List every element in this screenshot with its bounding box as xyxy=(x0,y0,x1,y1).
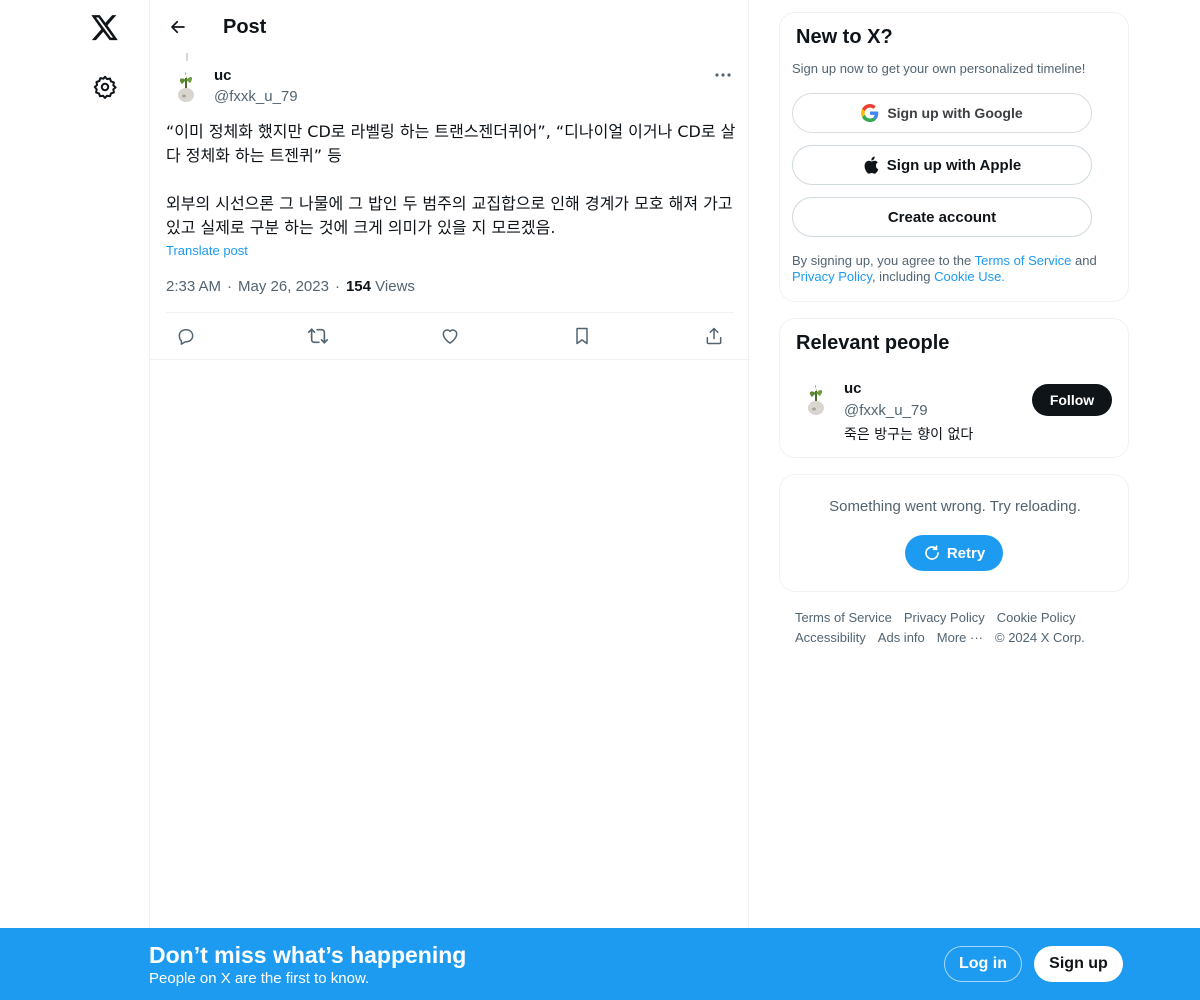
signup-card-subtitle: Sign up now to get your own personalized… xyxy=(792,61,1086,76)
like-icon xyxy=(442,329,458,344)
reply-icon xyxy=(178,329,194,345)
retry-label: Retry xyxy=(946,544,986,562)
google-icon xyxy=(861,104,879,122)
error-message: Something went wrong. Try reloading. xyxy=(829,498,1081,515)
views-label: Views xyxy=(375,278,415,295)
relevant-people-card: Relevant people uc @fxxk_u_79 죽은 방구는 향이 … xyxy=(779,318,1129,458)
post-text-paragraph: 외부의 시선으론 그 나물에 그 밥인 두 범주의 교집합으로 인해 경계가 모… xyxy=(166,194,738,237)
legal-text: , including xyxy=(871,269,935,284)
bookmark-icon xyxy=(576,327,588,345)
post-text-paragraph: “이미 정체화 했지만 CD로 라벨링 하는 트랜스젠더퀴어”, “디나이얼 이… xyxy=(166,122,736,165)
post-header: Post xyxy=(150,0,750,53)
share-icon xyxy=(706,327,722,345)
banner-title: Don’t miss what’s happening xyxy=(149,942,467,968)
relevant-people-title: Relevant people xyxy=(796,332,950,354)
bookmark-button[interactable] xyxy=(566,320,598,352)
author-handle[interactable]: @fxxk_u_79 xyxy=(214,87,298,107)
back-button[interactable] xyxy=(162,11,194,43)
left-nav xyxy=(0,0,150,1000)
footer-more-link[interactable]: More ··· xyxy=(937,630,983,645)
footer-copyright: © 2024 X Corp. xyxy=(995,630,1085,645)
avatar[interactable] xyxy=(796,379,836,419)
gear-icon[interactable] xyxy=(87,69,123,105)
signup-legal-text: By signing up, you agree to the Terms of… xyxy=(792,253,1116,285)
follow-button[interactable]: Follow xyxy=(1032,384,1112,416)
legal-text: and xyxy=(1071,253,1097,268)
repost-icon xyxy=(307,328,329,344)
login-button[interactable]: Log in xyxy=(944,946,1022,982)
divider xyxy=(150,359,750,360)
person-handle[interactable]: @fxxk_u_79 xyxy=(844,401,928,421)
footer-terms-link[interactable]: Terms of Service xyxy=(795,610,892,625)
plant-avatar-icon xyxy=(166,66,206,106)
google-signup-label: Sign up with Google xyxy=(887,105,1023,121)
post-date[interactable]: May 26, 2023 xyxy=(238,277,329,297)
signup-card: New to X? Sign up now to get your own pe… xyxy=(779,12,1129,302)
legal-text: By signing up, you agree to the xyxy=(792,253,975,268)
apple-signup-button[interactable]: Sign up with Apple xyxy=(792,145,1092,185)
bottom-banner: Don’t miss what’s happening People on X … xyxy=(0,928,1200,1000)
footer-ads-link[interactable]: Ads info xyxy=(878,630,925,645)
cookie-link[interactable]: Cookie Use. xyxy=(934,269,1005,284)
reply-button[interactable] xyxy=(170,320,202,352)
signup-card-title: New to X? xyxy=(796,26,893,48)
like-button[interactable] xyxy=(434,320,466,352)
google-signup-button[interactable]: Sign up with Google xyxy=(792,93,1092,133)
refresh-icon xyxy=(925,545,939,560)
signup-button[interactable]: Sign up xyxy=(1034,946,1123,982)
main-column: Post uc @fxxk_u_79 “이미 정체화 했지만 CD로 라벨링 하… xyxy=(149,0,750,1000)
translate-post-link[interactable]: Translate post xyxy=(166,243,248,259)
page-title: Post xyxy=(223,16,267,38)
person-bio: 죽은 방구는 향이 없다 xyxy=(844,427,974,443)
x-logo-icon[interactable] xyxy=(87,10,123,46)
apple-icon xyxy=(864,156,879,174)
post-actions xyxy=(166,313,734,359)
post-text: “이미 정체화 했지만 CD로 라벨링 하는 트랜스젠더퀴어”, “디나이얼 이… xyxy=(166,120,736,240)
apple-signup-label: Sign up with Apple xyxy=(886,156,1022,174)
more-options-button[interactable] xyxy=(706,63,740,87)
sidebar-footer: Terms of Service Privacy Policy Cookie Pol… xyxy=(795,608,1115,648)
privacy-link[interactable]: Privacy Policy xyxy=(792,269,872,284)
meta-separator: · xyxy=(334,278,340,295)
arrow-left-icon xyxy=(171,20,185,34)
create-account-button[interactable]: Create account xyxy=(792,197,1092,237)
retry-button[interactable]: Retry xyxy=(905,535,1003,571)
footer-cookie-link[interactable]: Cookie Policy xyxy=(997,610,1076,625)
ellipsis-icon xyxy=(715,73,731,77)
footer-accessibility-link[interactable]: Accessibility xyxy=(795,630,866,645)
plant-avatar-icon xyxy=(796,379,836,419)
terms-link[interactable]: Terms of Service xyxy=(975,253,1072,268)
person-name[interactable]: uc xyxy=(844,379,862,399)
post-meta: 2:33 AM · May 26, 2023 · 154 Views xyxy=(166,277,415,297)
thread-connector xyxy=(186,53,188,61)
post-time[interactable]: 2:33 AM xyxy=(166,277,221,297)
banner-subtitle: People on X are the first to know. xyxy=(149,970,370,987)
avatar[interactable] xyxy=(166,66,206,106)
share-button[interactable] xyxy=(698,320,730,352)
meta-separator: · xyxy=(227,278,233,295)
author-name[interactable]: uc xyxy=(214,66,232,86)
views-count: 154 xyxy=(345,278,371,295)
repost-button[interactable] xyxy=(302,320,334,352)
footer-privacy-link[interactable]: Privacy Policy xyxy=(904,610,985,625)
error-card: Something went wrong. Try reloading. Ret… xyxy=(779,474,1129,592)
